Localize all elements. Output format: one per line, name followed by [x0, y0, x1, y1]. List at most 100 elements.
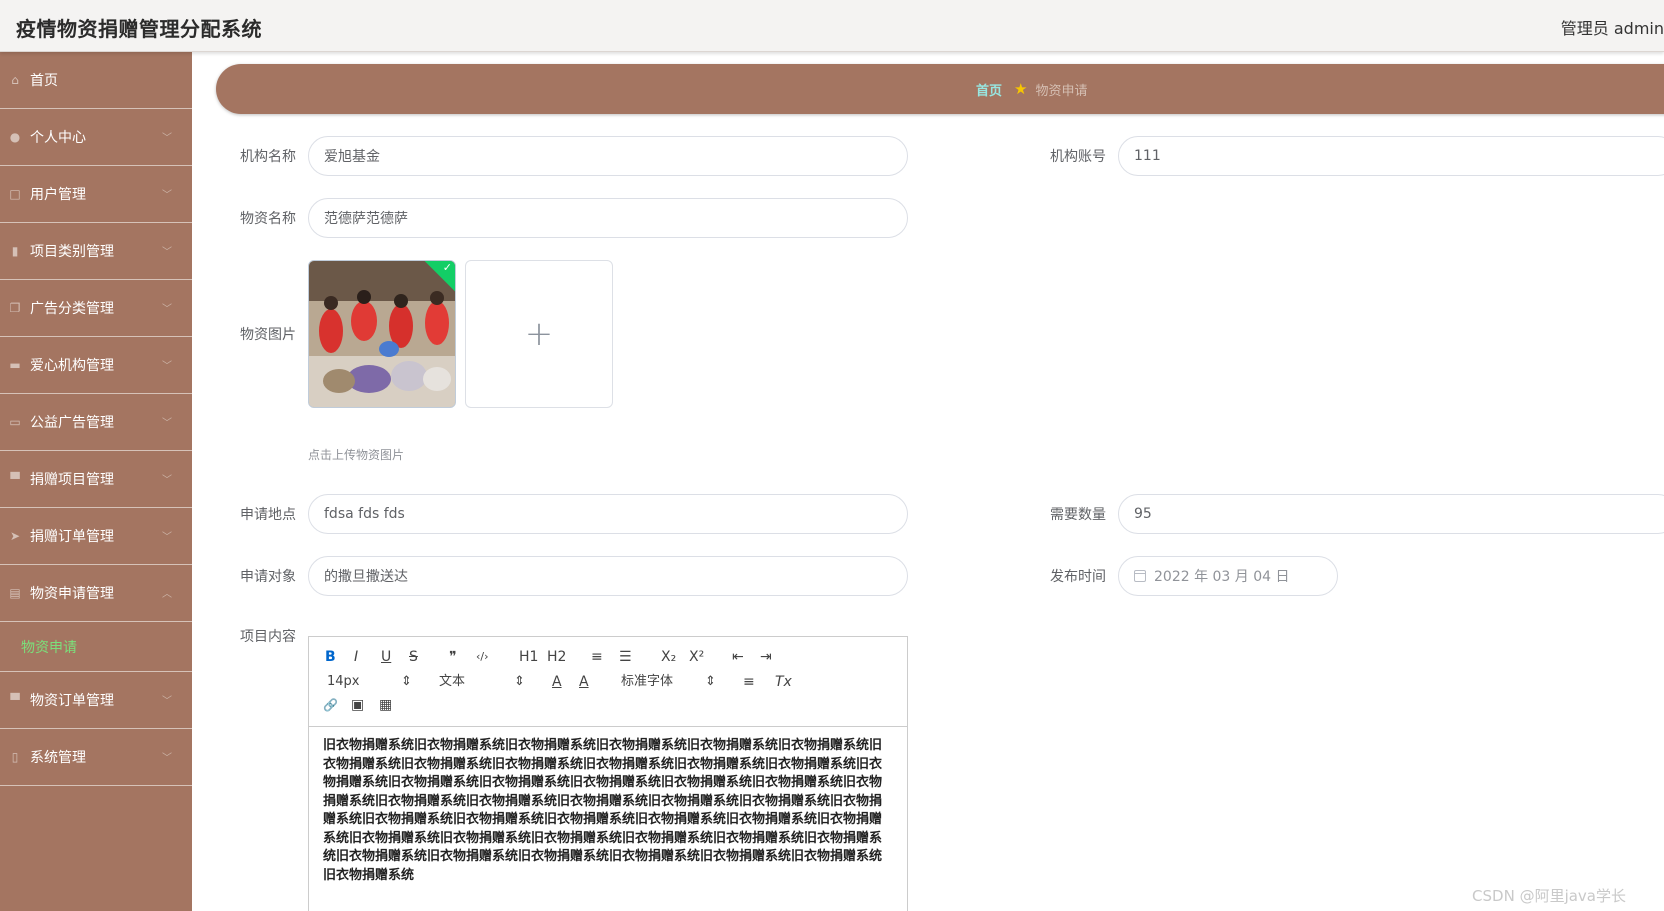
subscript-button[interactable]: X₂ [661, 649, 676, 665]
sidebar-item-label: 物资申请管理 [30, 586, 114, 602]
rich-text-editor[interactable]: B I U S ❞ ‹/› H1 H2 ≡ ☰ X₂ X² ⇤ ⇥ 14px ⇕… [308, 636, 908, 911]
header-2-button[interactable]: H2 [547, 649, 566, 665]
bold-button[interactable]: B [325, 649, 336, 665]
sidebar-item-ad-category[interactable]: ❐ 广告分类管理 ﹀ [0, 280, 192, 337]
uploaded-photo[interactable]: ✓ [308, 260, 456, 408]
sidebar-item-donation-project[interactable]: ▀ 捐赠项目管理 ﹀ [0, 451, 192, 508]
sidebar-item-home[interactable]: ⌂ 首页 [0, 52, 192, 109]
sidebar-item-label: 捐赠订单管理 [30, 529, 114, 545]
users-icon: □ [9, 187, 21, 201]
sidebar-subitem-material-apply[interactable]: 物资申请 [0, 622, 192, 672]
item-image-label: 物资图片 [240, 327, 296, 343]
target-field[interactable]: 的撒旦撒送达 [308, 556, 908, 596]
video-insert-icon[interactable]: ▦ [379, 697, 392, 713]
send-icon: ➤ [9, 529, 21, 543]
sidebar-item-project-category[interactable]: ▮ 项目类别管理 ﹀ [0, 223, 192, 280]
watermark: CSDN @阿里java学长 [1472, 887, 1626, 905]
image-icon: ▭ [9, 415, 21, 429]
font-select[interactable]: 标准字体 [621, 674, 673, 690]
plus-icon: + [524, 314, 554, 354]
sidebar-item-system[interactable]: ▯ 系统管理 ﹀ [0, 729, 192, 786]
chevron-down-icon: ﹀ [162, 133, 172, 144]
star-icon: ★ [1014, 80, 1028, 98]
editor-toolbar: B I U S ❞ ‹/› H1 H2 ≡ ☰ X₂ X² ⇤ ⇥ 14px ⇕… [309, 637, 907, 727]
link-icon[interactable]: 🔗 [323, 697, 338, 713]
app-title: 疫情物资捐赠管理分配系统 [16, 17, 262, 41]
sidebar-item-label: 公益广告管理 [30, 415, 114, 431]
quantity-label: 需要数量 [1050, 507, 1106, 523]
sidebar-item-user-management[interactable]: □ 用户管理 ﹀ [0, 166, 192, 223]
building-icon: ▬ [9, 358, 21, 372]
editor-content[interactable]: 旧衣物捐赠系统旧衣物捐赠系统旧衣物捐赠系统旧衣物捐赠系统旧衣物捐赠系统旧衣物捐赠… [309, 727, 907, 895]
bar-chart-icon: ▮ [11, 244, 19, 258]
sidebar-item-material-order[interactable]: ▀ 物资订单管理 ﹀ [0, 672, 192, 729]
size-select[interactable]: 14px [327, 674, 360, 690]
chevron-down-icon: ﹀ [162, 532, 172, 543]
chevron-down-icon: ﹀ [162, 361, 172, 372]
publish-time-value: 2022 年 03 月 04 日 [1154, 569, 1290, 585]
ordered-list-button[interactable]: ≡ [591, 649, 603, 665]
outdent-button[interactable]: ⇤ [732, 649, 744, 665]
sidebar: ⌂ 首页 ● 个人中心 ﹀ □ 用户管理 ﹀ ▮ 项目类别管理 ﹀ ❐ 广告分类… [0, 52, 192, 911]
publish-time-picker[interactable]: 2022 年 03 月 04 日 [1118, 556, 1338, 596]
blockquote-button[interactable]: ❞ [449, 649, 457, 665]
breadcrumb: 首页 ★ 物资申请 [216, 64, 1664, 114]
clean-format-button[interactable]: Tx [775, 674, 792, 690]
select-arrows-icon: ⇕ [401, 674, 412, 689]
background-color-button[interactable]: A [579, 674, 589, 690]
image-insert-icon[interactable]: ▣ [351, 697, 364, 713]
select-arrows-icon: ⇕ [514, 674, 525, 689]
org-account-field[interactable]: 111 [1118, 136, 1664, 176]
chevron-down-icon: ﹀ [162, 753, 172, 764]
admin-user[interactable]: 管理员 admin [1561, 15, 1664, 39]
org-name-field[interactable]: 爱旭基金 [308, 136, 908, 176]
underline-button[interactable]: U [381, 649, 391, 665]
breadcrumb-home[interactable]: 首页 [976, 80, 1002, 99]
sidebar-item-charity-org[interactable]: ▬ 爱心机构管理 ﹀ [0, 337, 192, 394]
volunteers-photo [309, 261, 455, 407]
sidebar-item-label: 爱心机构管理 [30, 358, 114, 374]
top-header: 疫情物资捐赠管理分配系统 管理员 admin [0, 0, 1664, 52]
sidebar-item-label: 物资订单管理 [30, 693, 114, 709]
copy-icon: ❐ [9, 301, 21, 315]
font-color-button[interactable]: A [552, 674, 562, 690]
sidebar-item-donation-order[interactable]: ➤ 捐赠订单管理 ﹀ [0, 508, 192, 565]
italic-button[interactable]: I [354, 649, 358, 665]
home-icon: ⌂ [11, 73, 19, 87]
monitor-icon: ▀ [10, 472, 20, 486]
sidebar-item-label: 捐赠项目管理 [30, 472, 114, 488]
item-name-label: 物资名称 [240, 211, 296, 227]
sidebar-item-label: 项目类别管理 [30, 244, 114, 260]
chevron-up-icon: ︿ [162, 589, 172, 600]
bullet-list-button[interactable]: ☰ [619, 649, 632, 665]
sidebar-item-material-application[interactable]: ▤ 物资申请管理 ︿ [0, 565, 192, 622]
chat-icon: ▀ [10, 693, 20, 707]
location-label: 申请地点 [240, 507, 296, 523]
sidebar-item-personal-center[interactable]: ● 个人中心 ﹀ [0, 109, 192, 166]
calendar-icon [1134, 570, 1146, 582]
chevron-down-icon: ﹀ [162, 190, 172, 201]
chevron-down-icon: ﹀ [162, 247, 172, 258]
strike-button[interactable]: S [409, 649, 418, 665]
sidebar-item-public-ad[interactable]: ▭ 公益广告管理 ﹀ [0, 394, 192, 451]
align-button[interactable]: ≡ [743, 674, 755, 690]
org-name-label: 机构名称 [240, 149, 296, 165]
chevron-down-icon: ﹀ [162, 475, 172, 486]
indent-button[interactable]: ⇥ [760, 649, 772, 665]
location-field[interactable]: fdsa fds fds [308, 494, 908, 534]
target-label: 申请对象 [240, 569, 296, 585]
header-1-button[interactable]: H1 [519, 649, 538, 665]
item-name-field[interactable]: 范德萨范德萨 [308, 198, 908, 238]
chevron-down-icon: ﹀ [162, 418, 172, 429]
superscript-button[interactable]: X² [689, 649, 704, 665]
sidebar-item-label: 个人中心 [30, 130, 86, 146]
quantity-field[interactable]: 95 [1118, 494, 1664, 534]
sidebar-item-label: 用户管理 [30, 187, 86, 203]
chevron-down-icon: ﹀ [162, 304, 172, 315]
code-block-button[interactable]: ‹/› [476, 649, 489, 665]
phone-icon: ▯ [11, 750, 19, 764]
document-icon: ▤ [9, 586, 21, 600]
select-arrows-icon: ⇕ [705, 674, 716, 689]
format-select[interactable]: 文本 [439, 674, 465, 690]
upload-image-button[interactable]: + [465, 260, 613, 408]
